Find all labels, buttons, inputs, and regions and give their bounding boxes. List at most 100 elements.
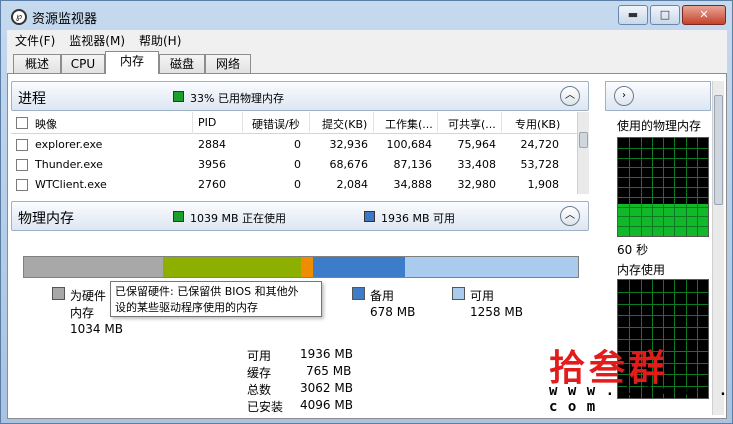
select-all-checkbox[interactable] xyxy=(16,117,28,129)
cell-hard-faults: 0 xyxy=(294,138,301,151)
scrollbar-thumb[interactable] xyxy=(579,132,588,148)
table-row[interactable]: Thunder.exe 3956 0 68,676 87,136 33,408 … xyxy=(11,155,577,175)
scrollbar-thumb[interactable] xyxy=(714,95,723,205)
close-button[interactable]: ✕ xyxy=(682,5,726,25)
graph-gridline xyxy=(651,138,653,236)
used-memory-legend-icon xyxy=(173,91,184,102)
tooltip-line1: 已保留硬件: 已保留供 BIOS 和其他外 xyxy=(115,285,299,298)
standby-legend-icon xyxy=(352,287,365,300)
chevron-right-icon[interactable]: › xyxy=(614,86,634,106)
column-divider[interactable] xyxy=(242,112,243,134)
cell-pid: 3956 xyxy=(198,158,226,171)
in-use-legend-icon xyxy=(173,211,184,222)
row-checkbox[interactable] xyxy=(16,139,28,151)
free-legend-icon xyxy=(452,287,465,300)
process-table-scrollbar[interactable] xyxy=(577,112,589,194)
reserved-label: 为硬件 xyxy=(70,289,107,303)
graph-gridline xyxy=(685,280,687,398)
graph-gridline xyxy=(674,138,676,236)
window-controls: ▬ □ ✕ xyxy=(618,5,726,25)
col-pid[interactable]: PID xyxy=(198,116,216,129)
tab-disk[interactable]: 磁盘 xyxy=(159,54,205,74)
in-use-summary: 1039 MB 正在使用 xyxy=(190,212,287,225)
stat-value: 765 MB xyxy=(306,364,352,378)
stat-cached: 缓存 765 MB xyxy=(247,364,357,381)
processes-summary: 33% 已用物理内存 xyxy=(190,92,284,105)
col-private[interactable]: 专用(KB) xyxy=(515,116,560,132)
menu-monitor[interactable]: 监视器(M) xyxy=(69,32,125,49)
row-checkbox[interactable] xyxy=(16,159,28,171)
col-image[interactable]: 映像 xyxy=(35,116,57,132)
column-divider[interactable] xyxy=(192,112,193,134)
resmon-icon: ℘ xyxy=(11,9,27,25)
menu-help[interactable]: 帮助(H) xyxy=(139,32,181,49)
processes-title: 进程 xyxy=(18,91,46,107)
standby-value: 678 MB xyxy=(370,305,416,319)
title-bar[interactable]: ℘ 资源监视器 ▬ □ ✕ xyxy=(1,1,732,31)
memory-usage-bar xyxy=(23,256,579,278)
graph-gridline xyxy=(696,280,698,398)
stat-value: 3062 MB xyxy=(300,381,353,395)
graph-gridline xyxy=(640,138,642,236)
reserved-label-line2: 内存 xyxy=(70,306,95,320)
reserved-value: 1034 MB xyxy=(70,322,123,336)
tooltip-line2: 设的某些驱动程序使用的内存 xyxy=(115,301,258,314)
reserved-tooltip: 已保留硬件: 已保留供 BIOS 和其他外 设的某些驱动程序使用的内存 xyxy=(110,281,322,317)
graph2-title: 内存使用 xyxy=(617,263,666,277)
col-working-set[interactable]: 工作集(... xyxy=(385,116,433,132)
cell-hard-faults: 0 xyxy=(294,178,301,191)
left-pane: 进程 33% 已用物理内存 ︿ 映像 PID 硬错误/秒 提交(KB) 工作集(… xyxy=(11,81,589,415)
cell-pid: 2760 xyxy=(198,178,226,191)
tab-memory[interactable]: 内存 xyxy=(105,51,159,74)
memory-bar-modified xyxy=(301,257,313,277)
col-shareable[interactable]: 可共享(... xyxy=(448,116,496,132)
time-label: 60 秒 xyxy=(617,243,649,257)
cell-commit: 2,084 xyxy=(336,178,369,191)
stat-installed: 已安装 4096 MB xyxy=(247,398,357,415)
graph-gridline xyxy=(663,138,664,236)
minimize-button[interactable]: ▬ xyxy=(618,5,648,25)
processes-collapse-button[interactable]: ︿ xyxy=(560,86,580,106)
column-divider[interactable] xyxy=(501,112,502,134)
memory-bar-free xyxy=(404,257,578,277)
free-value: 1258 MB xyxy=(470,305,523,319)
stat-available: 可用 1936 MB xyxy=(247,347,357,364)
window-title: 资源监视器 xyxy=(32,12,98,27)
cell-commit: 32,936 xyxy=(329,138,369,151)
physical-memory-collapse-button[interactable]: ︿ xyxy=(560,206,580,226)
cell-hard-faults: 0 xyxy=(294,158,301,171)
row-checkbox[interactable] xyxy=(16,179,28,191)
cell-private: 24,720 xyxy=(520,138,560,151)
stat-label: 可用 xyxy=(247,349,272,363)
physical-memory-graph xyxy=(617,137,709,237)
col-commit[interactable]: 提交(KB) xyxy=(322,116,367,132)
cell-working-set: 100,684 xyxy=(386,138,433,151)
column-divider[interactable] xyxy=(373,112,374,134)
graph-gridline xyxy=(685,138,687,236)
memory-bar-reserved xyxy=(24,257,163,277)
process-table-header: 映像 PID 硬错误/秒 提交(KB) 工作集(... 可共享(... 专用(K… xyxy=(11,112,577,134)
standby-label: 备用 xyxy=(370,289,395,303)
graph1-title: 使用的物理内存 xyxy=(617,119,702,133)
stat-label: 已安装 xyxy=(247,400,284,414)
free-label: 可用 xyxy=(470,289,495,303)
memory-bar-in-use xyxy=(162,257,301,277)
memory-stats: 可用 1936 MB 缓存 765 MB 总数 3062 MB 已安装 4096… xyxy=(247,347,357,415)
tab-overview[interactable]: 概述 xyxy=(13,54,61,74)
right-pane-scrollbar[interactable] xyxy=(712,81,724,415)
table-row[interactable]: WTClient.exe 2760 0 2,084 34,888 32,980 … xyxy=(11,175,577,195)
col-hard-faults[interactable]: 硬错误/秒 xyxy=(252,116,300,132)
menu-bar: 文件(F) 监视器(M) 帮助(H) xyxy=(7,30,727,50)
table-row[interactable]: explorer.exe 2884 0 32,936 100,684 75,96… xyxy=(11,135,577,155)
graph-pane-header: › xyxy=(605,81,711,111)
physical-memory-header[interactable]: 物理内存 1039 MB 正在使用 1936 MB 可用 ︿ xyxy=(11,201,589,231)
tab-network[interactable]: 网络 xyxy=(205,54,251,74)
processes-header[interactable]: 进程 33% 已用物理内存 ︿ xyxy=(11,81,589,111)
maximize-button[interactable]: □ xyxy=(650,5,680,25)
column-divider[interactable] xyxy=(437,112,438,134)
resource-monitor-window: ℘ 资源监视器 ▬ □ ✕ 文件(F) 监视器(M) 帮助(H) 概述 CPU … xyxy=(0,0,733,424)
cell-private: 1,908 xyxy=(527,178,560,191)
tab-cpu[interactable]: CPU xyxy=(61,54,105,74)
column-divider[interactable] xyxy=(309,112,310,134)
menu-file[interactable]: 文件(F) xyxy=(15,32,55,49)
